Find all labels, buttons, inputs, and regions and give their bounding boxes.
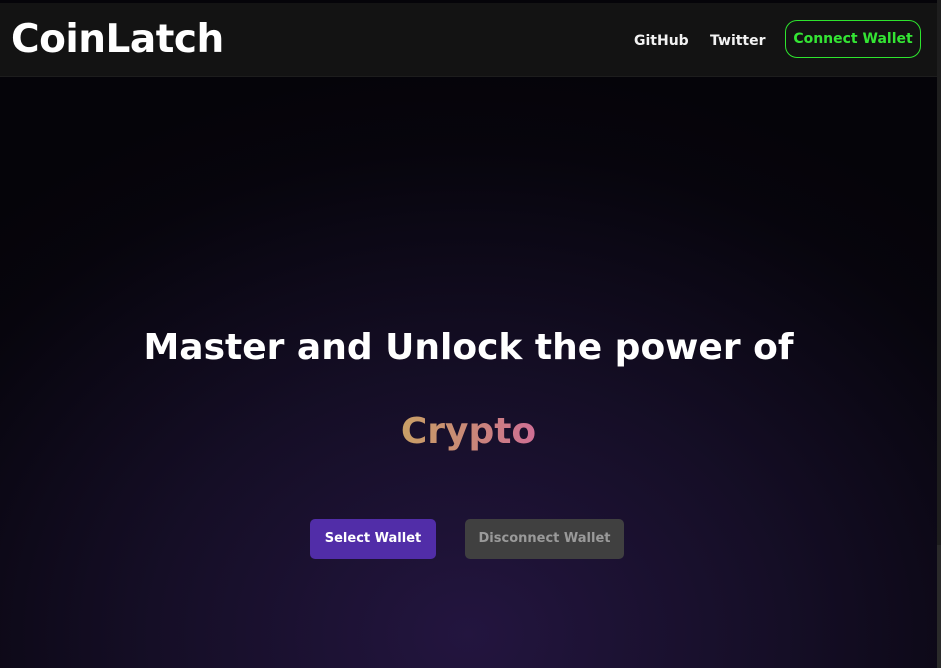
scrollbar-track[interactable] (937, 0, 941, 545)
select-wallet-button[interactable]: Select Wallet (310, 519, 436, 559)
hero-highlight-text: Crypto (400, 411, 537, 452)
logo[interactable]: CoinLatch (11, 17, 224, 63)
page-background: CoinLatch GitHub Twitter Connect Wallet … (0, 0, 937, 668)
connect-wallet-button[interactable]: Connect Wallet (785, 20, 921, 58)
scrollbar-track-lower[interactable] (937, 545, 941, 668)
hero-highlight: Crypto (0, 410, 937, 454)
disconnect-wallet-button[interactable]: Disconnect Wallet (465, 519, 624, 559)
nav-link-github[interactable]: GitHub (634, 32, 689, 50)
navbar: CoinLatch GitHub Twitter Connect Wallet (0, 3, 937, 77)
nav-link-twitter[interactable]: Twitter (710, 32, 766, 50)
hero-title: Master and Unlock the power of (143, 327, 794, 368)
